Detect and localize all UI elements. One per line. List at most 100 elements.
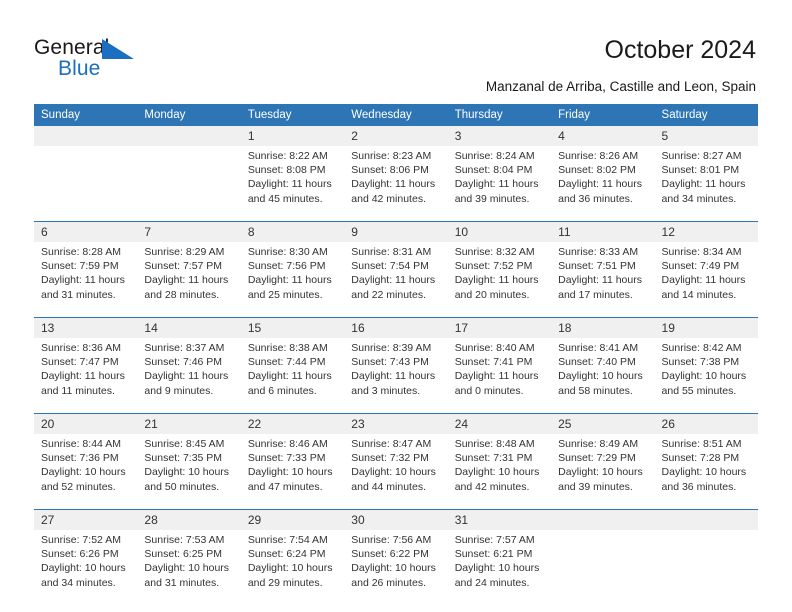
daylight-text-line1: Daylight: 11 hours [661, 274, 746, 287]
day-number-empty [137, 126, 241, 146]
day-number-21[interactable]: 21 [137, 413, 241, 434]
sunrise-text: Sunrise: 8:28 AM [41, 246, 121, 258]
daylight-text-line1: Daylight: 10 hours [558, 466, 643, 479]
daylight-text-line1: Daylight: 11 hours [454, 178, 539, 191]
day-number-10[interactable]: 10 [447, 221, 552, 242]
day-detail-21[interactable]: Sunrise: 8:45 AM Sunset: 7:35 PM Daylight:… [137, 434, 241, 510]
day-number-14[interactable]: 14 [137, 317, 241, 338]
day-number-19[interactable]: 19 [654, 317, 758, 338]
day-number-20[interactable]: 20 [34, 413, 138, 434]
day-number-16[interactable]: 16 [344, 317, 448, 338]
day-detail-22[interactable]: Sunrise: 8:46 AM Sunset: 7:33 PM Daylight:… [240, 434, 345, 510]
day-number-23[interactable]: 23 [344, 413, 448, 434]
sunrise-text: Sunrise: 8:37 AM [144, 342, 225, 354]
daylight-text-line2: and 47 minutes. [247, 480, 323, 493]
day-number-29[interactable]: 29 [240, 509, 345, 530]
day-detail-31[interactable]: Sunrise: 7:57 AM Sunset: 6:21 PM Daylight:… [447, 530, 552, 605]
day-number-6[interactable]: 6 [34, 221, 138, 242]
daylight-text-line2: and 28 minutes. [144, 288, 220, 301]
day-number-22[interactable]: 22 [240, 413, 345, 434]
day-detail-17[interactable]: Sunrise: 8:40 AM Sunset: 7:41 PM Daylight:… [447, 338, 552, 414]
calendar-week-daynumber-row: 27 28 29 30 31 [34, 509, 758, 530]
sunset-text: Sunset: 8:04 PM [454, 164, 533, 177]
day-detail-6[interactable]: Sunrise: 8:28 AM Sunset: 7:59 PM Daylight:… [34, 242, 138, 318]
day-number-7[interactable]: 7 [137, 221, 241, 242]
day-detail-1[interactable]: Sunrise: 8:22 AM Sunset: 8:08 PM Daylight:… [240, 146, 345, 222]
day-detail-7[interactable]: Sunrise: 8:29 AM Sunset: 7:57 PM Daylight:… [137, 242, 241, 318]
sunrise-text: Sunrise: 8:27 AM [661, 150, 742, 162]
day-number-5[interactable]: 5 [654, 126, 758, 146]
day-detail-10[interactable]: Sunrise: 8:32 AM Sunset: 7:52 PM Daylight:… [447, 242, 552, 318]
day-number-3[interactable]: 3 [447, 126, 552, 146]
sunrise-text: Sunrise: 8:48 AM [454, 438, 535, 450]
logo-text-blue: Blue [58, 57, 101, 80]
day-detail-8[interactable]: Sunrise: 8:30 AM Sunset: 7:56 PM Daylight:… [240, 242, 345, 318]
daylight-text-line1: Daylight: 11 hours [558, 178, 642, 191]
day-number-4[interactable]: 4 [551, 126, 655, 146]
calendar-week-detail-row: Sunrise: 8:22 AM Sunset: 8:08 PM Daylight:… [34, 146, 758, 222]
sunrise-text: Sunrise: 8:42 AM [661, 342, 742, 354]
day-detail-29[interactable]: Sunrise: 7:54 AM Sunset: 6:24 PM Daylight:… [240, 530, 345, 605]
general-blue-logo[interactable]: General Blue [34, 36, 264, 90]
calendar-weekday-header: Sunday Monday Tuesday Wednesday Thursday… [34, 104, 758, 126]
day-detail-25[interactable]: Sunrise: 8:49 AM Sunset: 7:29 PM Daylight:… [551, 434, 655, 510]
weekday-header-tuesday: Tuesday [240, 104, 345, 126]
day-number-25[interactable]: 25 [551, 413, 655, 434]
day-number-28[interactable]: 28 [137, 509, 241, 530]
day-number-8[interactable]: 8 [240, 221, 345, 242]
day-detail-15[interactable]: Sunrise: 8:38 AM Sunset: 7:44 PM Daylight:… [240, 338, 345, 414]
day-number-18[interactable]: 18 [551, 317, 655, 338]
day-detail-4[interactable]: Sunrise: 8:26 AM Sunset: 8:02 PM Daylight:… [551, 146, 655, 222]
daylight-text-line1: Daylight: 11 hours [351, 178, 436, 191]
day-detail-27[interactable]: Sunrise: 7:52 AM Sunset: 6:26 PM Daylight:… [34, 530, 138, 605]
day-detail-26[interactable]: Sunrise: 8:51 AM Sunset: 7:28 PM Daylight:… [654, 434, 758, 510]
day-detail-18[interactable]: Sunrise: 8:41 AM Sunset: 7:40 PM Daylight:… [551, 338, 655, 414]
calendar-week-detail-row: Sunrise: 8:36 AM Sunset: 7:47 PM Daylight:… [34, 338, 758, 414]
daylight-text-line2: and 36 minutes. [661, 480, 737, 493]
day-detail-14[interactable]: Sunrise: 8:37 AM Sunset: 7:46 PM Daylight:… [137, 338, 241, 414]
day-number-9[interactable]: 9 [344, 221, 448, 242]
day-detail-11[interactable]: Sunrise: 8:33 AM Sunset: 7:51 PM Daylight:… [551, 242, 655, 318]
blue-triangle-flag-icon [102, 39, 134, 59]
day-detail-30[interactable]: Sunrise: 7:56 AM Sunset: 6:22 PM Daylight:… [344, 530, 448, 605]
day-number-27[interactable]: 27 [34, 509, 138, 530]
daylight-text-line1: Daylight: 10 hours [247, 562, 333, 575]
day-number-11[interactable]: 11 [551, 221, 655, 242]
day-detail-5[interactable]: Sunrise: 8:27 AM Sunset: 8:01 PM Daylight:… [654, 146, 758, 222]
calendar-week-daynumber-row: 6 7 8 9 10 11 12 [34, 221, 758, 242]
daylight-text-line1: Daylight: 10 hours [661, 466, 747, 479]
day-detail-2[interactable]: Sunrise: 8:23 AM Sunset: 8:06 PM Daylight:… [344, 146, 448, 222]
sunset-text: Sunset: 7:54 PM [351, 260, 429, 273]
daylight-text-line1: Daylight: 11 hours [247, 370, 332, 383]
sunset-text: Sunset: 7:46 PM [144, 356, 223, 369]
day-number-13[interactable]: 13 [34, 317, 138, 338]
day-detail-20[interactable]: Sunrise: 8:44 AM Sunset: 7:36 PM Daylight:… [34, 434, 138, 510]
day-detail-13[interactable]: Sunrise: 8:36 AM Sunset: 7:47 PM Daylight:… [34, 338, 138, 414]
day-detail-3[interactable]: Sunrise: 8:24 AM Sunset: 8:04 PM Daylight:… [447, 146, 552, 222]
sunrise-text: Sunrise: 7:52 AM [41, 534, 121, 546]
sunset-text: Sunset: 7:57 PM [144, 260, 223, 273]
day-detail-24[interactable]: Sunrise: 8:48 AM Sunset: 7:31 PM Daylight:… [447, 434, 552, 510]
sunset-text: Sunset: 8:08 PM [247, 164, 326, 177]
sunrise-text: Sunrise: 8:30 AM [247, 246, 328, 258]
weekday-header-friday: Friday [551, 104, 655, 126]
daylight-text-line2: and 58 minutes. [558, 384, 633, 397]
day-number-1[interactable]: 1 [240, 126, 345, 146]
day-detail-16[interactable]: Sunrise: 8:39 AM Sunset: 7:43 PM Daylight:… [344, 338, 448, 414]
day-number-26[interactable]: 26 [654, 413, 758, 434]
day-number-17[interactable]: 17 [447, 317, 552, 338]
day-detail-12[interactable]: Sunrise: 8:34 AM Sunset: 7:49 PM Daylight:… [654, 242, 758, 318]
day-number-30[interactable]: 30 [344, 509, 448, 530]
day-number-15[interactable]: 15 [240, 317, 345, 338]
day-detail-19[interactable]: Sunrise: 8:42 AM Sunset: 7:38 PM Daylight:… [654, 338, 758, 414]
day-number-31[interactable]: 31 [447, 509, 552, 530]
day-detail-28[interactable]: Sunrise: 7:53 AM Sunset: 6:25 PM Daylight:… [137, 530, 241, 605]
day-number-24[interactable]: 24 [447, 413, 552, 434]
sunset-text: Sunset: 7:31 PM [454, 452, 533, 465]
day-number-12[interactable]: 12 [654, 221, 758, 242]
day-number-2[interactable]: 2 [344, 126, 448, 146]
daylight-text-line1: Daylight: 10 hours [351, 562, 436, 575]
daylight-text-line2: and 45 minutes. [247, 192, 323, 205]
day-detail-9[interactable]: Sunrise: 8:31 AM Sunset: 7:54 PM Daylight:… [344, 242, 448, 318]
day-detail-23[interactable]: Sunrise: 8:47 AM Sunset: 7:32 PM Daylight:… [344, 434, 448, 510]
